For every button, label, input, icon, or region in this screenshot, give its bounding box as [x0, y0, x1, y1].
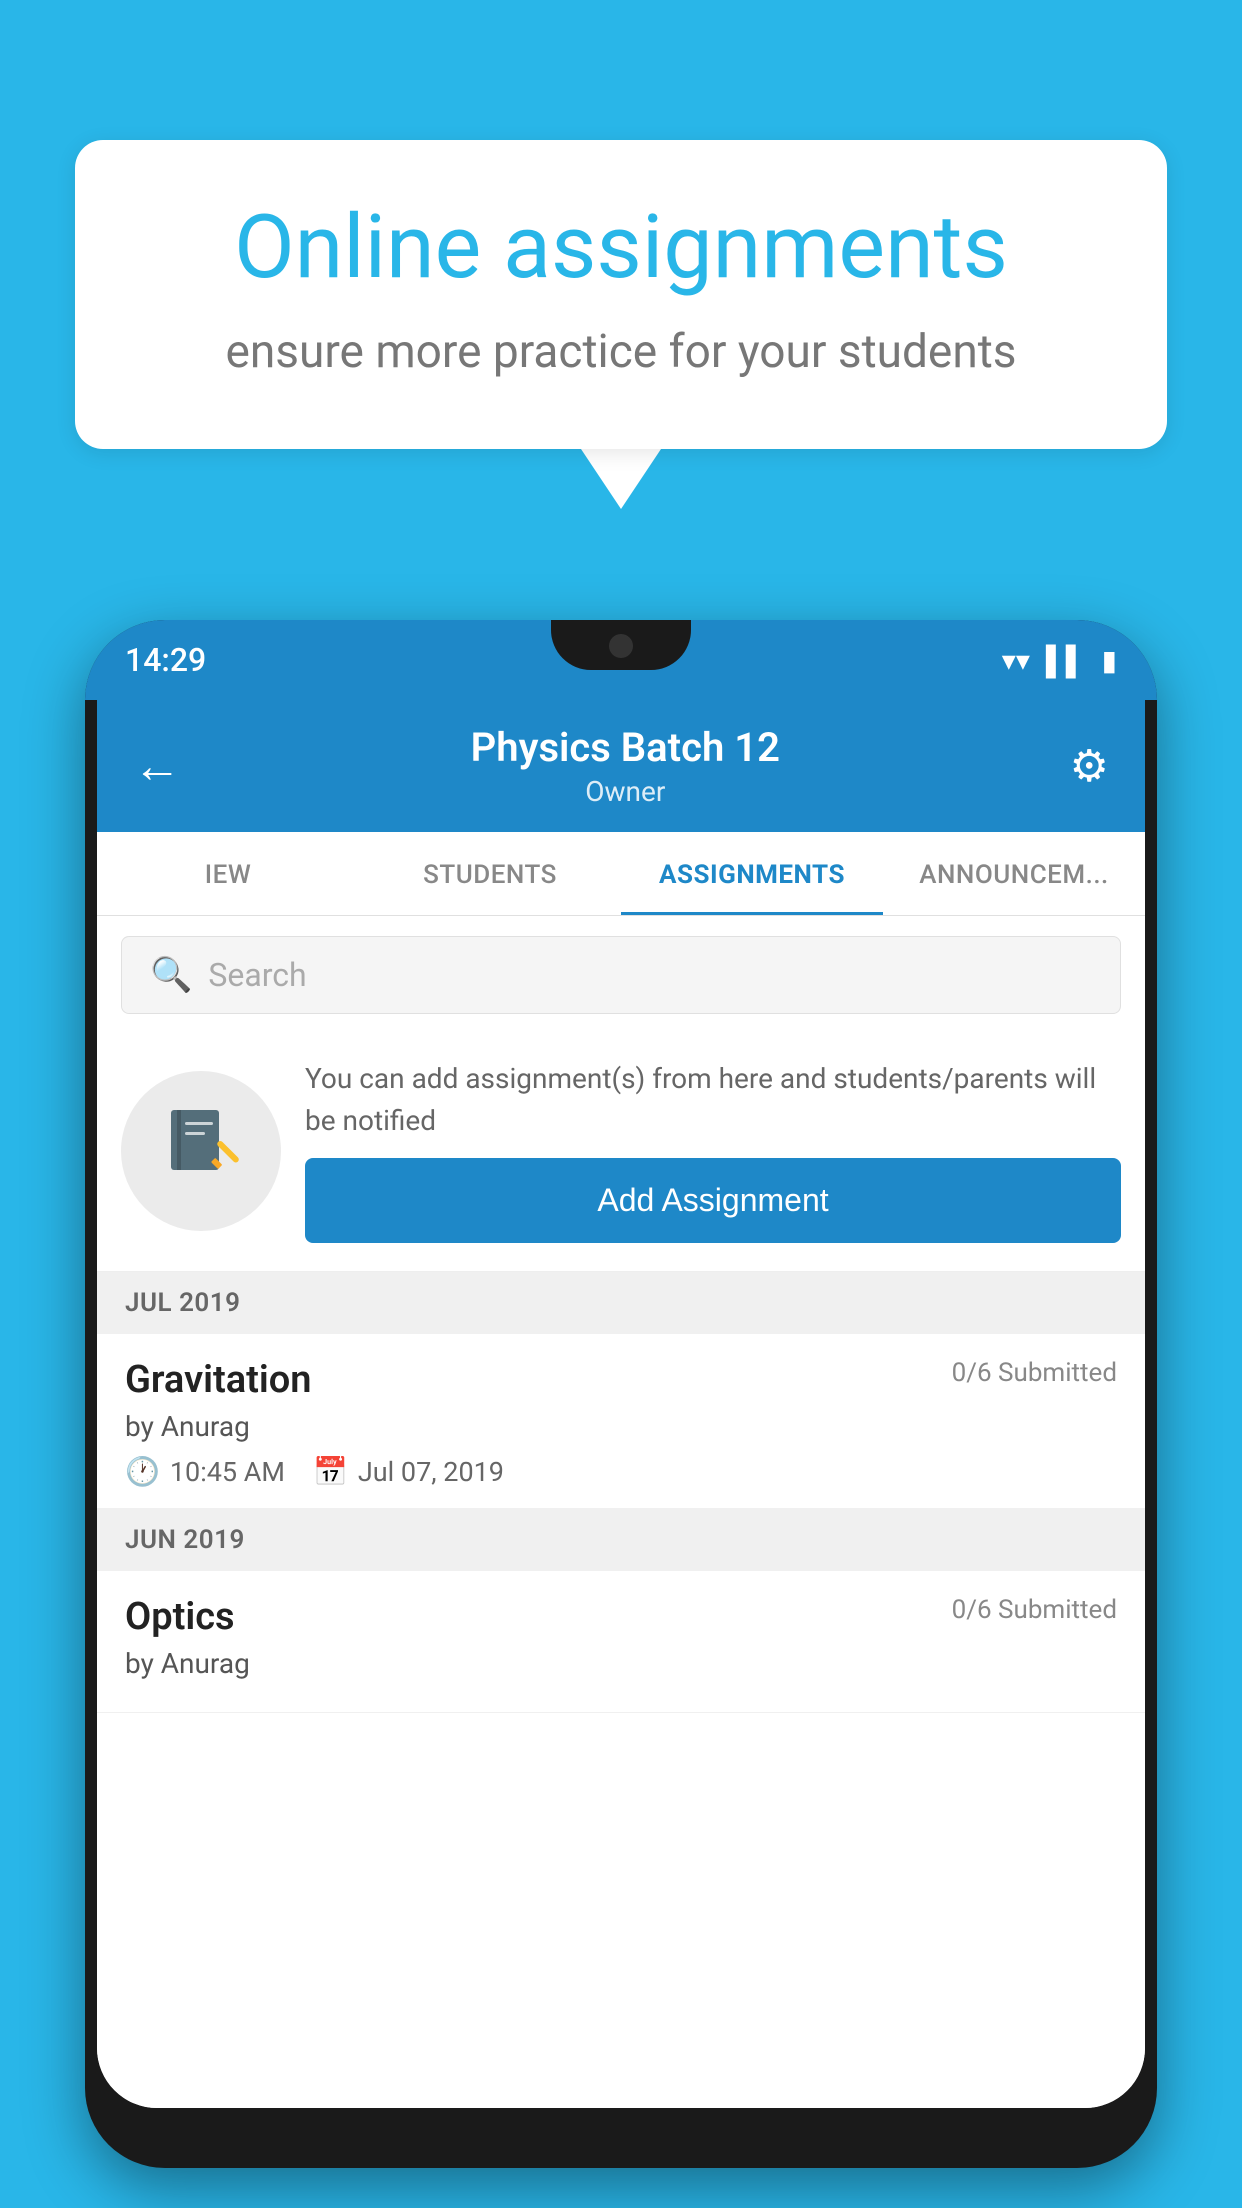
search-placeholder-text: Search — [208, 956, 306, 994]
speech-bubble-subtitle: ensure more practice for your students — [155, 325, 1087, 379]
settings-icon[interactable]: ⚙ — [1070, 740, 1109, 792]
search-icon: 🔍 — [150, 955, 192, 995]
tab-assignments[interactable]: ASSIGNMENTS — [621, 832, 883, 915]
signal-icon: ▌▌ — [1046, 644, 1086, 677]
battery-icon: ▮ — [1102, 644, 1117, 677]
clock-icon: 🕐 — [125, 1455, 160, 1488]
assignment-by-optics: by Anurag — [125, 1647, 1117, 1680]
search-bar[interactable]: 🔍 Search — [121, 936, 1121, 1014]
tab-iew[interactable]: IEW — [97, 832, 359, 915]
assignment-name: Gravitation — [125, 1358, 312, 1402]
assignment-icon-circle — [121, 1071, 281, 1231]
phone-frame: 14:29 ▾▾ ▌▌ ▮ ← Physics Batch 12 Owner ⚙… — [85, 620, 1157, 2168]
speech-bubble-title: Online assignments — [155, 200, 1087, 297]
assignment-item-optics[interactable]: Optics 0/6 Submitted by Anurag — [97, 1571, 1145, 1713]
assignment-submitted: 0/6 Submitted — [952, 1358, 1117, 1388]
screen-content[interactable]: 🔍 Search — [97, 916, 1145, 2108]
assignment-item-gravitation[interactable]: Gravitation 0/6 Submitted by Anurag 🕐 10… — [97, 1334, 1145, 1509]
search-bar-container: 🔍 Search — [97, 916, 1145, 1034]
assignment-date: 📅 Jul 07, 2019 — [313, 1455, 504, 1488]
calendar-icon: 📅 — [313, 1455, 348, 1488]
assignment-row-top: Gravitation 0/6 Submitted — [125, 1358, 1117, 1402]
section-jul-2019: JUL 2019 — [97, 1272, 1145, 1334]
status-icons: ▾▾ ▌▌ ▮ — [1002, 644, 1117, 677]
assignment-meta: 🕐 10:45 AM 📅 Jul 07, 2019 — [125, 1455, 1117, 1488]
back-button[interactable]: ← — [133, 742, 181, 790]
header-title-area: Physics Batch 12 Owner — [471, 724, 780, 808]
speech-bubble-arrow — [581, 449, 661, 509]
prompt-right: You can add assignment(s) from here and … — [305, 1058, 1121, 1243]
speech-bubble-container: Online assignments ensure more practice … — [75, 140, 1167, 509]
notch-camera — [609, 634, 633, 658]
prompt-text: You can add assignment(s) from here and … — [305, 1058, 1121, 1142]
add-assignment-button[interactable]: Add Assignment — [305, 1158, 1121, 1243]
notch — [551, 620, 691, 670]
assignment-submitted-optics: 0/6 Submitted — [952, 1595, 1117, 1625]
assignment-time: 🕐 10:45 AM — [125, 1455, 285, 1488]
tabs-bar: IEW STUDENTS ASSIGNMENTS ANNOUNCEM... — [97, 832, 1145, 916]
status-bar: 14:29 ▾▾ ▌▌ ▮ — [85, 620, 1157, 700]
assignment-row-top-optics: Optics 0/6 Submitted — [125, 1595, 1117, 1639]
screen: ← Physics Batch 12 Owner ⚙ IEW STUDENTS … — [97, 700, 1145, 2108]
batch-subtitle: Owner — [471, 775, 780, 808]
section-jun-2019: JUN 2019 — [97, 1509, 1145, 1571]
status-time: 14:29 — [125, 641, 206, 679]
batch-title: Physics Batch 12 — [471, 724, 780, 771]
app-header: ← Physics Batch 12 Owner ⚙ — [97, 700, 1145, 832]
assignment-by: by Anurag — [125, 1410, 1117, 1443]
speech-bubble: Online assignments ensure more practice … — [75, 140, 1167, 449]
tab-announcements[interactable]: ANNOUNCEM... — [883, 832, 1145, 915]
wifi-icon: ▾▾ — [1002, 644, 1030, 677]
assignment-icon — [161, 1102, 241, 1200]
tab-students[interactable]: STUDENTS — [359, 832, 621, 915]
assignment-name-optics: Optics — [125, 1595, 235, 1639]
add-assignment-prompt: You can add assignment(s) from here and … — [97, 1034, 1145, 1272]
